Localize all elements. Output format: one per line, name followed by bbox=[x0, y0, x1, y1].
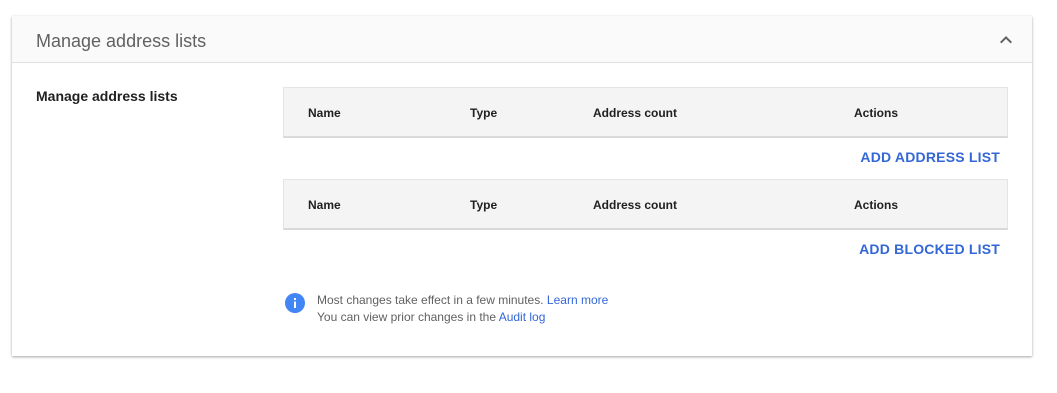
info-line-1-text: Most changes take effect in a few minute… bbox=[317, 293, 544, 307]
panel-header[interactable]: Manage address lists bbox=[12, 16, 1032, 63]
section-label: Manage address lists bbox=[36, 88, 178, 104]
info-message: Most changes take effect in a few minute… bbox=[317, 292, 608, 326]
manage-address-lists-panel: Manage address lists Manage address list… bbox=[12, 16, 1032, 356]
info-line-2-text: You can view prior changes in the bbox=[317, 310, 497, 324]
column-header-address-count[interactable]: Address count bbox=[593, 198, 677, 212]
info-line-1: Most changes take effect in a few minute… bbox=[317, 292, 608, 309]
column-header-type[interactable]: Type bbox=[470, 198, 497, 212]
info-line-2: You can view prior changes in the Audit … bbox=[317, 309, 608, 326]
column-header-address-count[interactable]: Address count bbox=[593, 106, 677, 120]
column-header-name[interactable]: Name bbox=[308, 106, 341, 120]
panel-title: Manage address lists bbox=[36, 31, 207, 51]
column-header-actions: Actions bbox=[854, 106, 899, 120]
column-header-actions: Actions bbox=[854, 198, 899, 212]
audit-log-link[interactable]: Audit log bbox=[499, 310, 546, 324]
column-header-name[interactable]: Name bbox=[308, 198, 341, 212]
info-icon bbox=[285, 293, 305, 313]
add-address-list-button[interactable]: ADD ADDRESS LIST bbox=[860, 149, 1000, 165]
column-header-type[interactable]: Type bbox=[470, 106, 497, 120]
learn-more-link[interactable]: Learn more bbox=[547, 293, 608, 307]
address-list-table-header: Name Type Address count Actions bbox=[283, 87, 1008, 138]
blocked-list-table-header: Name Type Address count Actions bbox=[283, 179, 1008, 230]
chevron-up-icon[interactable] bbox=[994, 28, 1018, 52]
add-blocked-list-button[interactable]: ADD BLOCKED LIST bbox=[859, 241, 1000, 257]
